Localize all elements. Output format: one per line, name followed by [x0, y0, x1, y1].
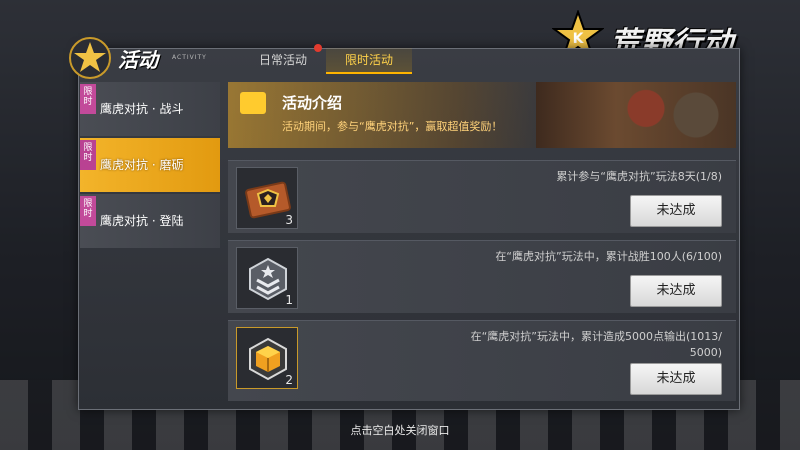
sidebar: 限时 鹰虎对抗 · 战斗 限时 鹰虎对抗 · 磨砺 限时 鹰虎对抗 · 登陆	[80, 82, 220, 250]
not-achieved-button[interactable]: 未达成	[630, 195, 722, 227]
task-row: 3 累计参与“鹰虎对抗”玩法8天(1/8) 未达成	[228, 160, 736, 233]
tab-limited[interactable]: 限时活动	[326, 48, 412, 74]
panel-title-text: 活动	[118, 48, 158, 72]
rank-badge-icon	[249, 257, 287, 301]
svg-text:K: K	[573, 31, 585, 47]
banner-description: 活动期间，参与“鹰虎对抗”，赢取超值奖励！	[282, 120, 503, 133]
tab-limited-label: 限时活动	[344, 53, 393, 67]
sidebar-item-battle[interactable]: 限时 鹰虎对抗 · 战斗	[80, 82, 220, 136]
tab-daily[interactable]: 日常活动	[240, 44, 326, 74]
task-description-text: 在“鹰虎对抗”玩法中，累计战胜100人(6/100)	[495, 250, 722, 263]
gold-box-icon	[249, 337, 287, 381]
not-achieved-button[interactable]: 未达成	[630, 363, 722, 395]
reward-count: 2	[285, 373, 293, 387]
intro-banner: 活动介绍 活动期间，参与“鹰虎对抗”，赢取超值奖励！	[228, 82, 736, 148]
task-description-text: 累计参与“鹰虎对抗”玩法8天(1/8)	[556, 170, 722, 183]
activity-badge-icon	[69, 37, 111, 79]
reward-slot[interactable]: 1	[236, 247, 298, 309]
limited-tag: 限时	[80, 140, 96, 170]
sidebar-item-label: 鹰虎对抗 · 磨砺	[100, 158, 184, 172]
tab-daily-label: 日常活动	[258, 53, 307, 67]
crate-icon	[245, 181, 291, 219]
panel-title: 活动 ACTIVITY	[68, 36, 238, 80]
task-row: 2 在“鹰虎对抗”玩法中，累计造成5000点输出(1013/ 5000) 未达成	[228, 320, 736, 401]
task-description: 在“鹰虎对抗”玩法中，累计造成5000点输出(1013/ 5000)	[471, 329, 722, 361]
sidebar-item-training[interactable]: 限时 鹰虎对抗 · 磨砺	[80, 138, 220, 192]
task-description: 累计参与“鹰虎对抗”玩法8天(1/8)	[556, 169, 722, 185]
gift-bag-icon	[240, 92, 266, 114]
sidebar-item-label: 鹰虎对抗 · 登陆	[100, 214, 184, 228]
panel-subtitle: ACTIVITY	[172, 54, 207, 61]
sidebar-item-landing[interactable]: 限时 鹰虎对抗 · 登陆	[80, 194, 220, 248]
reward-count: 3	[285, 213, 293, 227]
reward-slot[interactable]: 3	[236, 167, 298, 229]
reward-count: 1	[285, 293, 293, 307]
task-row: 1 在“鹰虎对抗”玩法中，累计战胜100人(6/100) 未达成	[228, 240, 736, 313]
task-description-text: 在“鹰虎对抗”玩法中，累计造成5000点输出(1013/	[470, 330, 722, 343]
close-hint: 点击空白处关闭窗口	[350, 424, 450, 437]
limited-tag: 限时	[80, 196, 96, 226]
reward-slot[interactable]: 2	[236, 327, 298, 389]
limited-tag: 限时	[80, 84, 96, 114]
banner-title: 活动介绍	[282, 94, 343, 112]
task-description: 在“鹰虎对抗”玩法中，累计战胜100人(6/100)	[495, 249, 722, 265]
task-description-text-cont: 5000)	[689, 346, 722, 359]
not-achieved-button[interactable]: 未达成	[630, 275, 722, 307]
sidebar-item-label: 鹰虎对抗 · 战斗	[100, 102, 184, 116]
notification-dot-icon	[314, 44, 322, 52]
tab-bar: 日常活动 限时活动	[240, 44, 412, 74]
banner-artwork	[536, 82, 736, 148]
